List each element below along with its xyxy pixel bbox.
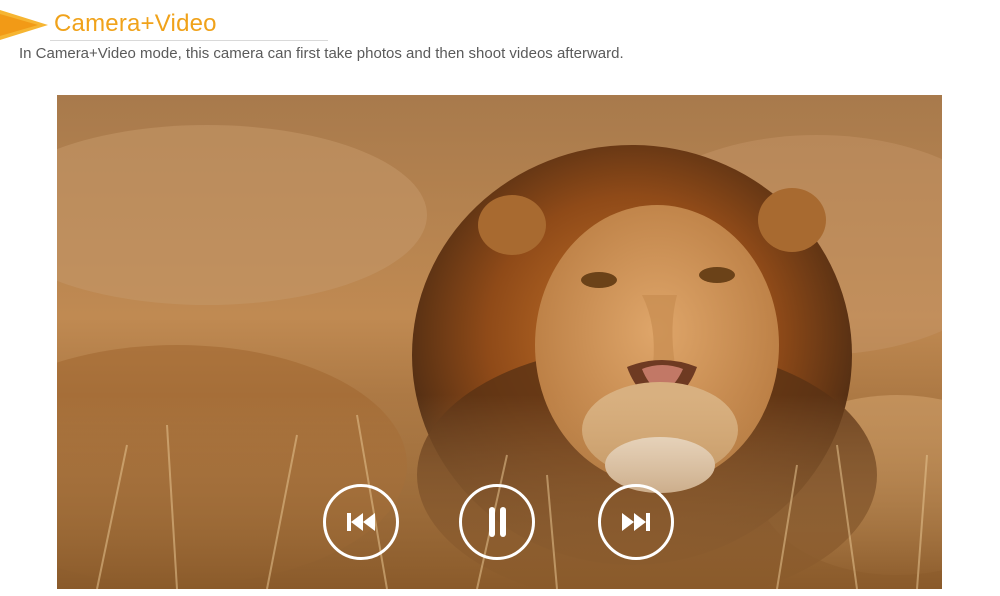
section-title: Camera+Video xyxy=(54,10,217,37)
pause-button[interactable] xyxy=(459,484,535,560)
title-underline xyxy=(50,40,328,41)
video-player[interactable] xyxy=(57,95,942,589)
previous-button[interactable] xyxy=(323,484,399,560)
section-description: In Camera+Video mode, this camera can fi… xyxy=(19,45,624,62)
next-button[interactable] xyxy=(598,484,674,560)
skip-previous-icon xyxy=(347,513,375,531)
arrow-bullet-icon xyxy=(0,10,48,40)
pause-icon xyxy=(489,507,506,537)
section-header: Camera+Video In Camera+Video mode, this … xyxy=(0,0,1000,70)
skip-next-icon xyxy=(622,513,650,531)
